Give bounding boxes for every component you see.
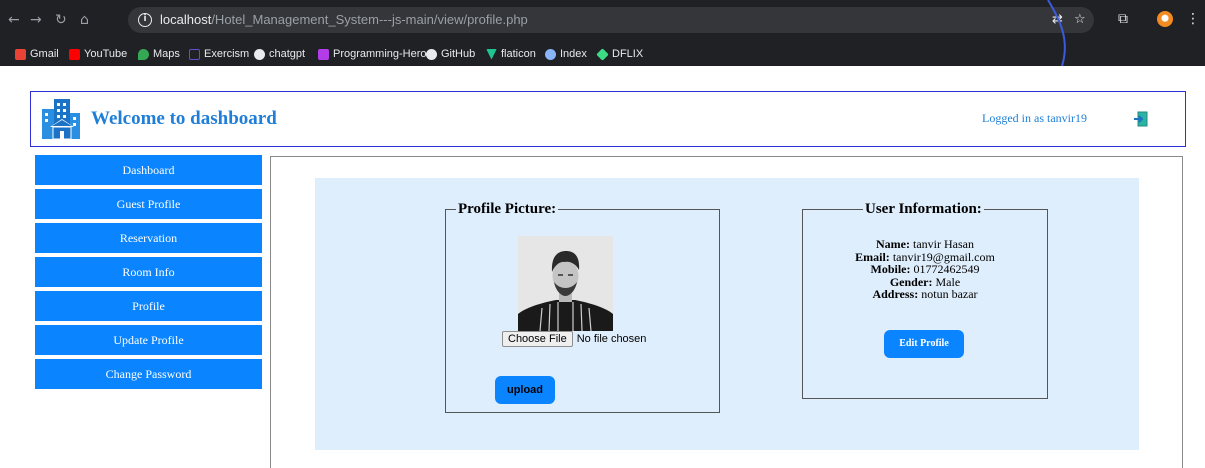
logged-in-status: Logged in as tanvir19 [982,111,1087,125]
github-icon [426,48,437,60]
bookmark-dflix[interactable]: DFLIX [596,46,644,62]
bookmark-index[interactable]: Index [545,46,587,62]
bookmark-label: chatgpt [269,48,306,60]
profile-picture-legend: Profile Picture: [456,200,559,218]
info-value: notun bazar [921,287,978,301]
bookmark-label: GitHub [441,48,476,60]
maps-pin-icon [138,48,149,60]
exercism-icon [189,48,200,60]
menu-kebab-icon[interactable]: ⋮ [1186,11,1200,27]
reload-icon[interactable]: ↻ [55,12,67,28]
hotel-building-logo-icon [42,99,80,140]
site-header: Welcome to dashboard Logged in as tanvir… [30,91,1186,147]
chatgpt-icon [254,48,265,60]
bookmark-youtube[interactable]: YouTube [69,46,127,62]
edit-profile-button[interactable]: Edit Profile [884,330,964,358]
sidebar-item-room-info[interactable]: Room Info [35,257,262,287]
home-icon[interactable]: ⌂ [80,12,89,28]
sidebar-nav: Dashboard Guest Profile Reservation Room… [35,155,262,393]
profile-photo [518,236,613,331]
sidebar-item-guest-profile[interactable]: Guest Profile [35,189,262,219]
sidebar-item-profile[interactable]: Profile [35,291,262,321]
dflix-icon [596,47,609,61]
file-status-text: No file chosen [576,333,647,345]
bookmark-gmail[interactable]: Gmail [15,46,59,62]
bookmark-flaticon[interactable]: flaticon [486,46,536,62]
browser-chrome: ← → ↻ ⌂ i localhost/Hotel_Management_Sys… [0,0,1205,66]
extensions-icon[interactable]: ⧉ [1118,11,1128,27]
bookmark-label: DFLIX [612,48,644,60]
bookmark-label: YouTube [84,48,128,60]
bookmark-chatgpt[interactable]: chatgpt [254,46,305,62]
logout-icon[interactable] [1134,111,1148,127]
bookmark-maps[interactable]: Maps [138,46,180,62]
bookmark-label: Exercism [204,48,250,60]
upload-button[interactable]: upload [495,376,555,404]
bookmark-label: flaticon [501,48,536,60]
programming-hero-icon [318,48,329,60]
bookmark-label: Maps [153,48,180,60]
bookmark-label: Index [560,48,587,60]
sidebar-item-reservation[interactable]: Reservation [35,223,262,253]
info-label: Address: [872,287,919,301]
index-icon [545,48,556,60]
forward-icon[interactable]: → [30,12,42,28]
user-information-legend: User Information: [863,200,984,218]
bookmarks-bar: Gmail YouTube Maps Exercism chatgpt Prog… [0,40,1205,66]
sidebar-item-change-password[interactable]: Change Password [35,359,262,389]
file-input-row: Choose File No file chosen [502,331,646,347]
url-host: localhost [160,12,212,27]
address-bar-row: ← → ↻ ⌂ i localhost/Hotel_Management_Sys… [0,0,1205,40]
info-row-address: Address: notun bazar [802,288,1048,301]
back-icon[interactable]: ← [8,12,20,28]
choose-file-button[interactable]: Choose File [502,331,573,347]
url-path: /Hotel_Management_System---js-main/view/… [211,12,528,27]
flaticon-icon [486,48,497,60]
bookmark-label: Programming-Hero [333,48,427,60]
user-info-list: Name: tanvir Hasan Email: tanvir19@gmail… [802,238,1048,301]
sidebar-item-update-profile[interactable]: Update Profile [35,325,262,355]
bookmark-label: Gmail [30,48,59,60]
url-text[interactable]: localhost/Hotel_Management_System---js-m… [160,12,528,27]
sidebar-item-dashboard[interactable]: Dashboard [35,155,262,185]
youtube-icon [69,48,80,60]
bookmark-exercism[interactable]: Exercism [189,46,249,62]
page-title: Welcome to dashboard [91,108,277,129]
site-info-icon[interactable]: i [138,13,152,27]
gmail-icon [15,48,26,60]
bookmark-github[interactable]: GitHub [426,46,475,62]
url-omnibox[interactable]: i localhost/Hotel_Management_System---js… [128,7,1094,33]
profile-avatar-icon[interactable] [1157,11,1173,27]
bookmark-programming-hero[interactable]: Programming-Hero [318,46,427,62]
